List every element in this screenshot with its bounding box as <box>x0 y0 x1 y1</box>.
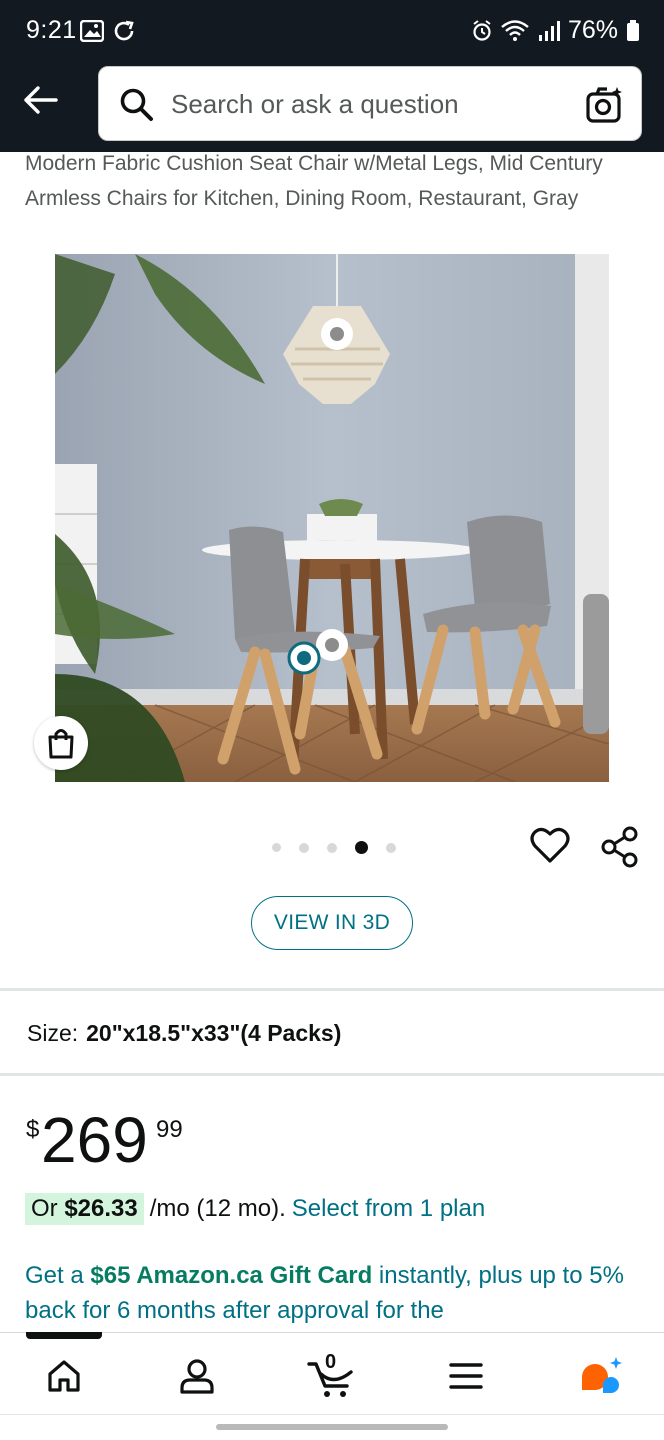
nav-account[interactable] <box>167 1351 227 1401</box>
bottom-navigation: 0 <box>0 1332 664 1416</box>
size-label: Size: <box>27 1020 79 1046</box>
promo-text-before: Get a <box>25 1262 91 1289</box>
financing-highlight: Or $26.33 <box>25 1193 144 1225</box>
carousel-dot[interactable] <box>299 842 309 853</box>
gesture-bar[interactable] <box>216 1424 448 1430</box>
back-arrow-icon <box>24 86 58 114</box>
carousel-dot[interactable] <box>386 842 396 853</box>
app-header <box>0 62 664 152</box>
search-bar[interactable] <box>98 66 642 141</box>
status-time: 9:21 <box>26 16 77 44</box>
status-bar: 9:21 76% <box>0 0 664 62</box>
menu-icon <box>449 1363 483 1389</box>
divider <box>0 1073 664 1076</box>
wifi-icon <box>501 19 529 41</box>
search-input[interactable] <box>171 81 571 127</box>
nav-bottom-border <box>0 1414 664 1415</box>
product-photo <box>55 254 609 782</box>
financing-plan-link[interactable]: Select from 1 plan <box>292 1195 485 1223</box>
back-button[interactable] <box>18 80 62 120</box>
gift-card-promo-link[interactable]: Get a $65 Amazon.ca Gift Card instantly,… <box>25 1258 645 1332</box>
camera-search-icon[interactable] <box>585 85 625 125</box>
battery-percent: 76% <box>567 16 618 44</box>
financing-prefix: Or <box>31 1195 65 1222</box>
gallery-icon <box>80 20 104 42</box>
cart-count: 0 <box>325 1351 337 1373</box>
rufus-ai-icon <box>582 1357 622 1393</box>
financing-offer: Or $26.33 /mo (12 mo). Select from 1 pla… <box>25 1192 485 1226</box>
image-carousel-dots <box>272 841 396 854</box>
battery-icon <box>627 19 639 41</box>
price-symbol: $ <box>26 1116 40 1143</box>
share-button[interactable] <box>600 826 640 873</box>
carousel-dot[interactable] <box>327 842 337 853</box>
sync-icon <box>114 20 134 41</box>
financing-terms: /mo (12 mo). <box>149 1195 286 1222</box>
signal-icon <box>538 20 560 41</box>
view-in-3d-button[interactable]: VIEW IN 3D <box>251 896 413 950</box>
heart-icon <box>530 827 570 863</box>
promo-highlight: $65 Amazon.ca Gift Card <box>90 1262 373 1289</box>
status-left-icons <box>80 19 136 43</box>
size-selector[interactable]: Size: 20"x18.5"x33"(4 Packs) <box>27 1020 341 1047</box>
shop-the-look-button[interactable] <box>34 716 88 770</box>
wishlist-button[interactable] <box>530 826 570 869</box>
divider <box>0 988 664 991</box>
size-value: 20"x18.5"x33"(4 Packs) <box>86 1020 342 1046</box>
shopping-bag-icon <box>48 729 74 759</box>
financing-monthly-amount: $26.33 <box>64 1195 138 1222</box>
carousel-dot[interactable] <box>272 843 281 852</box>
home-icon <box>48 1360 80 1392</box>
search-icon <box>120 88 153 121</box>
price-whole: 269 <box>41 1104 148 1176</box>
price-fraction: 99 <box>156 1116 183 1143</box>
nav-rufus-ai[interactable] <box>570 1351 630 1401</box>
status-right: 76% <box>472 16 640 45</box>
product-image[interactable] <box>55 254 609 782</box>
alarm-icon <box>473 19 491 41</box>
nav-home[interactable] <box>34 1351 94 1401</box>
nav-menu[interactable] <box>436 1351 496 1401</box>
product-title: Modern Fabric Cushion Seat Chair w/Metal… <box>25 152 603 210</box>
active-tab-indicator <box>26 1332 102 1339</box>
carousel-dot-active[interactable] <box>355 841 368 854</box>
share-icon <box>601 826 638 868</box>
nav-cart[interactable]: 0 <box>302 1351 362 1401</box>
account-icon <box>180 1359 214 1394</box>
